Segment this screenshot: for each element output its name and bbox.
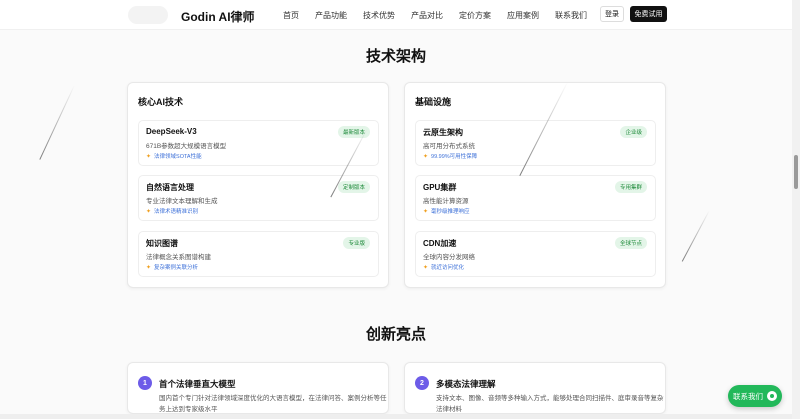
contact-us-button[interactable]: 联系我们 <box>728 385 782 407</box>
logo[interactable] <box>128 6 168 24</box>
core-ai-card: 核心AI技术 DeepSeek-V3 671B参数超大规模语言模型 ✦ 法律领域S… <box>127 82 389 288</box>
menu-item-tech[interactable]: 技术优势 <box>363 10 395 21</box>
item-desc: 法律概念关系图谱构建 <box>146 254 211 261</box>
menu-item-contact[interactable]: 联系我们 <box>555 10 587 21</box>
status-badge: 企业级 <box>620 126 647 138</box>
infrastructure-card: 基础设施 云原生架构 高可用分布式系统 ✦ 99.99%可用性保障 企业级 GPU… <box>404 82 666 288</box>
menu-item-compare[interactable]: 产品对比 <box>411 10 443 21</box>
item-name: CDN加速 <box>423 239 457 248</box>
status-badge: 专业版 <box>343 237 370 249</box>
status-badge: 定制版本 <box>337 181 370 193</box>
feature-text: 法律领域SOTA性能 <box>154 154 202 160</box>
item-feature: ✦ 复杂案例关联分析 <box>146 263 199 272</box>
tech-item[interactable]: CDN加速 全球内容分发网络 ✦ 就近访问优化 全球节点 <box>415 231 656 277</box>
status-badge: 全球节点 <box>614 237 647 249</box>
top-nav: Godin AI律师 首页 产品功能 技术优势 产品对比 定价方案 应用案例 联… <box>0 0 800 30</box>
feature-text: 法律术语精准识别 <box>154 209 199 215</box>
feature-text: 99.99%可用性保障 <box>431 154 478 160</box>
item-name: 自然语言处理 <box>146 183 194 192</box>
sparkle-icon: ✦ <box>423 153 429 160</box>
item-name: DeepSeek-V3 <box>146 127 197 136</box>
sparkle-icon: ✦ <box>146 208 152 215</box>
feature-text: 毫秒级推理响应 <box>431 209 470 215</box>
step-number: 1 <box>138 376 152 390</box>
item-desc: 高性能计算资源 <box>423 198 469 205</box>
free-trial-button[interactable]: 免费试用 <box>630 6 667 22</box>
step-number: 2 <box>415 376 429 390</box>
item-feature: ✦ 法律术语精准识别 <box>146 207 199 216</box>
card-title: 基础设施 <box>415 97 452 107</box>
brand-name[interactable]: Godin AI律师 <box>181 8 255 25</box>
tech-section-title: 技术架构 <box>365 48 426 65</box>
item-feature: ✦ 法律领域SOTA性能 <box>146 152 202 161</box>
item-name: GPU集群 <box>423 183 457 192</box>
scrollbar-track[interactable] <box>792 0 800 419</box>
sparkle-icon: ✦ <box>423 264 429 271</box>
decorative-streak <box>681 210 710 262</box>
tech-item[interactable]: 自然语言处理 专业法律文本理解和生成 ✦ 法律术语精准识别 定制版本 <box>138 175 379 221</box>
login-button[interactable]: 登录 <box>600 6 624 22</box>
innovation-desc: 国内首个专门针对法律领域深度优化的大语言模型，在法律问答、案例分析等任务上达到专… <box>159 395 387 413</box>
menu-item-features[interactable]: 产品功能 <box>315 10 347 21</box>
feature-text: 复杂案例关联分析 <box>154 265 199 271</box>
innovation-card[interactable]: 2 多模态法律理解 支持文本、图像、音频等多种输入方式，能够处理合同扫描件、庭审… <box>404 362 666 414</box>
contact-label: 联系我们 <box>733 391 763 401</box>
tech-item[interactable]: DeepSeek-V3 671B参数超大规模语言模型 ✦ 法律领域SOTA性能 最… <box>138 120 379 166</box>
tech-item[interactable]: 知识图谱 法律概念关系图谱构建 ✦ 复杂案例关联分析 专业版 <box>138 231 379 277</box>
tech-item[interactable]: GPU集群 高性能计算资源 ✦ 毫秒级推理响应 专用集群 <box>415 175 656 221</box>
innovation-section-title: 创新亮点 <box>365 326 426 343</box>
innovation-card[interactable]: 1 首个法律垂直大模型 国内首个专门针对法律领域深度优化的大语言模型，在法律问答… <box>127 362 389 414</box>
item-desc: 全球内容分发网络 <box>423 254 475 261</box>
feature-text: 就近访问优化 <box>431 265 465 271</box>
sparkle-icon: ✦ <box>423 208 429 215</box>
decorative-streak <box>39 85 75 160</box>
menu-item-pricing[interactable]: 定价方案 <box>459 10 491 21</box>
sparkle-icon: ✦ <box>146 153 152 160</box>
item-name: 云原生架构 <box>423 128 463 137</box>
sparkle-icon: ✦ <box>146 264 152 271</box>
item-name: 知识图谱 <box>146 239 178 248</box>
status-badge: 专用集群 <box>614 181 647 193</box>
card-title: 核心AI技术 <box>138 97 184 107</box>
item-desc: 高可用分布式系统 <box>423 143 475 150</box>
window-bottom-edge <box>0 414 792 419</box>
item-feature: ✦ 就近访问优化 <box>423 263 465 272</box>
innovation-desc: 支持文本、图像、音频等多种输入方式，能够处理合同扫描件、庭审录音等复杂法律材料 <box>436 395 664 413</box>
chat-icon <box>767 391 777 401</box>
item-feature: ✦ 毫秒级推理响应 <box>423 207 470 216</box>
main-menu: 首页 产品功能 技术优势 产品对比 定价方案 应用案例 联系我们 <box>283 10 603 21</box>
innovation-title: 多模态法律理解 <box>436 379 496 389</box>
item-feature: ✦ 99.99%可用性保障 <box>423 152 478 161</box>
item-desc: 671B参数超大规模语言模型 <box>146 143 227 150</box>
menu-item-home[interactable]: 首页 <box>283 10 299 21</box>
innovation-title: 首个法律垂直大模型 <box>159 379 236 389</box>
item-desc: 专业法律文本理解和生成 <box>146 198 218 205</box>
menu-item-cases[interactable]: 应用案例 <box>507 10 539 21</box>
scrollbar-thumb[interactable] <box>794 155 798 189</box>
